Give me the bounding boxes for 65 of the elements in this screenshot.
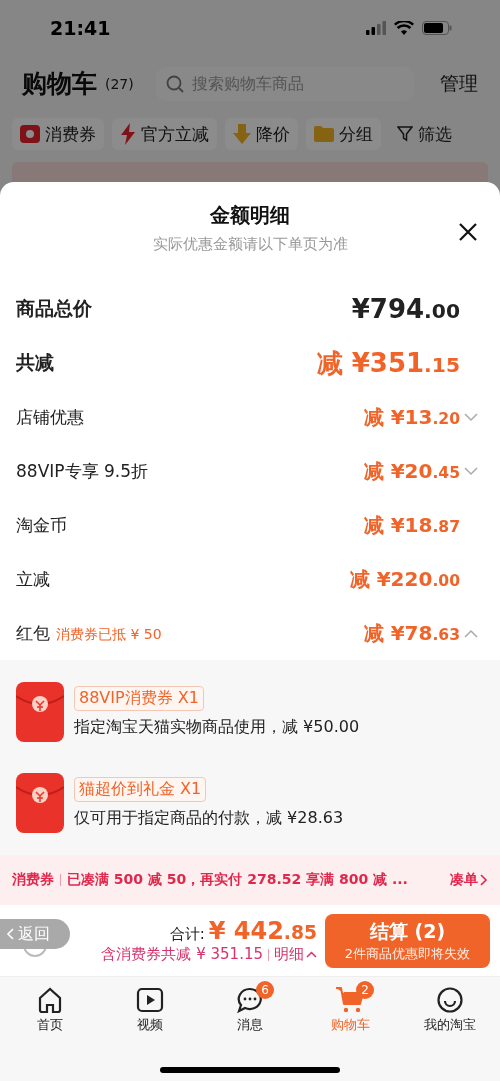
filter-chip[interactable]: 分组 — [306, 118, 381, 150]
row-label: 商品总价 — [16, 296, 92, 321]
row-label: 88VIP专享 9.5折 — [16, 459, 148, 483]
chevron-down-icon — [464, 466, 478, 476]
tab-item[interactable]: 视频 — [100, 985, 200, 1035]
battery-icon — [422, 20, 452, 35]
filter-chip[interactable]: 降价 — [225, 118, 298, 150]
savings-text: 含消费券共减 ¥ 351.15 — [101, 945, 263, 964]
amount: 减 ¥220.00 — [349, 565, 460, 593]
coupon-description: 指定淘宝天猫实物商品使用，减 ¥50.00 — [74, 716, 360, 738]
total-amount: ¥ 442.85 — [208, 917, 317, 945]
item-count: (27) — [105, 75, 134, 92]
folder-icon — [314, 126, 334, 142]
down-arrow-icon — [233, 124, 251, 144]
envelope-icon — [16, 681, 64, 742]
coupon-description: 仅可用于指定商品的付款，减 ¥28.63 — [74, 808, 344, 830]
chat-bubble-icon — [236, 986, 264, 1014]
search-icon — [165, 74, 184, 93]
badge: 6 — [256, 981, 274, 999]
badge: 2 — [356, 981, 374, 999]
ticket-icon — [20, 125, 40, 143]
chevron-down-icon — [464, 412, 478, 422]
promo-label: 消费券 — [12, 871, 54, 889]
page-title: 购物车 — [22, 68, 97, 100]
lightning-icon — [120, 123, 136, 145]
signal-icon — [366, 20, 386, 35]
amount: 减 ¥13.20 — [363, 403, 460, 431]
filter-chip[interactable]: 消费券 — [12, 118, 104, 150]
row-label: 立减 — [16, 567, 50, 591]
sheet-subtitle: 实际优惠金额请以下单页为准 — [152, 235, 348, 254]
chevron-right-icon — [480, 874, 488, 886]
filter-chip[interactable]: 官方立减 — [112, 118, 217, 150]
smiley-icon — [436, 986, 464, 1014]
amount: 减 ¥351.15 — [316, 346, 460, 380]
tab-item[interactable]: 我的淘宝 — [400, 985, 500, 1035]
row-label: 共减 — [16, 350, 54, 375]
add-items-link[interactable]: 凑单 — [450, 871, 488, 889]
filter-icon — [397, 126, 413, 142]
home-icon — [36, 986, 64, 1014]
filter-chip[interactable]: 筛选 — [389, 118, 460, 150]
chevron-up-icon — [464, 628, 478, 638]
envelope-icon — [16, 773, 64, 834]
coupon-tag: 猫超价到礼金 X1 — [74, 777, 207, 803]
close-icon — [458, 222, 478, 242]
chevron-up-icon — [306, 951, 317, 958]
play-icon — [136, 986, 164, 1014]
total-label: 合计: — [169, 925, 205, 944]
row-label: 淘金币 — [16, 513, 67, 537]
manage-link[interactable]: 管理 — [440, 70, 478, 97]
status-time: 21:41 — [50, 16, 111, 39]
tab-item[interactable]: 首页 — [0, 985, 100, 1035]
amount: 减 ¥18.87 — [363, 511, 460, 539]
wifi-icon — [394, 20, 414, 35]
amount: 减 ¥20.45 — [363, 457, 460, 485]
amount: ¥794.00 — [351, 294, 460, 324]
promo-text: 已凑满 500 减 50，再实付 278.52 享满 800 减 ... — [67, 871, 409, 889]
row-note: 消费券已抵 ¥ 50 — [56, 625, 162, 644]
row-label: 店铺优惠 — [16, 405, 84, 429]
details-link[interactable]: 明细 — [274, 945, 317, 964]
checkout-button[interactable]: 结算 (2) 2件商品优惠即将失效 — [325, 913, 490, 968]
row-label: 红包 — [16, 621, 50, 645]
coupon-tag: 88VIP消费券 X1 — [74, 685, 204, 711]
chevron-left-icon — [6, 928, 14, 940]
amount: 减 ¥78.63 — [363, 619, 460, 647]
sheet-title: 金额明细 — [210, 202, 290, 229]
